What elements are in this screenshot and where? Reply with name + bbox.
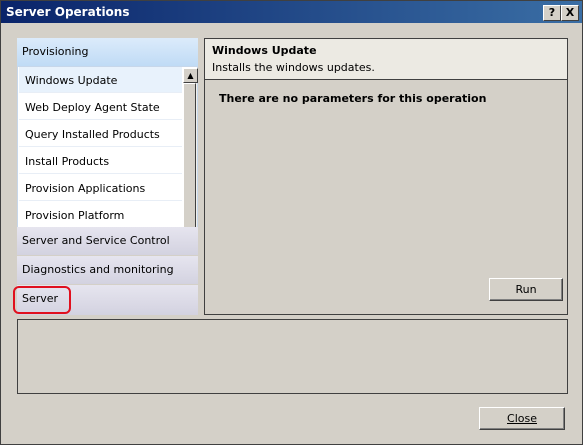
nav-item-windows-update[interactable]: Windows Update — [19, 67, 182, 93]
list-scrollbar[interactable]: ▲ ▼ — [183, 68, 198, 252]
nav-group-diagnostics-and-monitoring[interactable]: Diagnostics and monitoring — [17, 256, 198, 284]
operation-title: Windows Update — [212, 44, 317, 57]
nav-item-install-products[interactable]: Install Products — [19, 148, 182, 174]
nav-group-provisioning[interactable]: Provisioning — [17, 38, 198, 66]
output-panel — [17, 319, 568, 394]
close-button[interactable]: Close — [479, 407, 565, 430]
provisioning-list: Windows Update Web Deploy Agent State Qu… — [17, 66, 198, 254]
operation-detail-panel: Windows Update Installs the windows upda… — [204, 38, 568, 315]
server-operations-dialog: Server Operations ? X Provisioning Windo… — [0, 0, 583, 445]
scroll-up-icon[interactable]: ▲ — [183, 68, 198, 83]
nav-group-server-and-service-control[interactable]: Server and Service Control — [17, 227, 198, 255]
server-highlight-annotation — [13, 286, 71, 314]
nav-item-provision-platform[interactable]: Provision Platform — [19, 202, 182, 228]
nav-item-provision-applications[interactable]: Provision Applications — [19, 175, 182, 201]
detail-header: Windows Update Installs the windows upda… — [205, 39, 567, 80]
run-button[interactable]: Run — [489, 278, 563, 301]
scroll-thumb[interactable] — [183, 83, 196, 233]
window-title: Server Operations — [6, 5, 130, 19]
close-window-button[interactable]: X — [561, 5, 579, 21]
operation-description: Installs the windows updates. — [212, 61, 375, 74]
parameters-message: There are no parameters for this operati… — [219, 92, 487, 105]
close-button-label: Close — [507, 412, 537, 425]
operations-nav: Provisioning Windows Update Web Deploy A… — [17, 38, 198, 315]
nav-item-query-installed-products[interactable]: Query Installed Products — [19, 121, 182, 147]
title-bar: Server Operations ? X — [1, 1, 582, 23]
help-button[interactable]: ? — [543, 5, 561, 21]
nav-item-web-deploy-agent-state[interactable]: Web Deploy Agent State — [19, 94, 182, 120]
